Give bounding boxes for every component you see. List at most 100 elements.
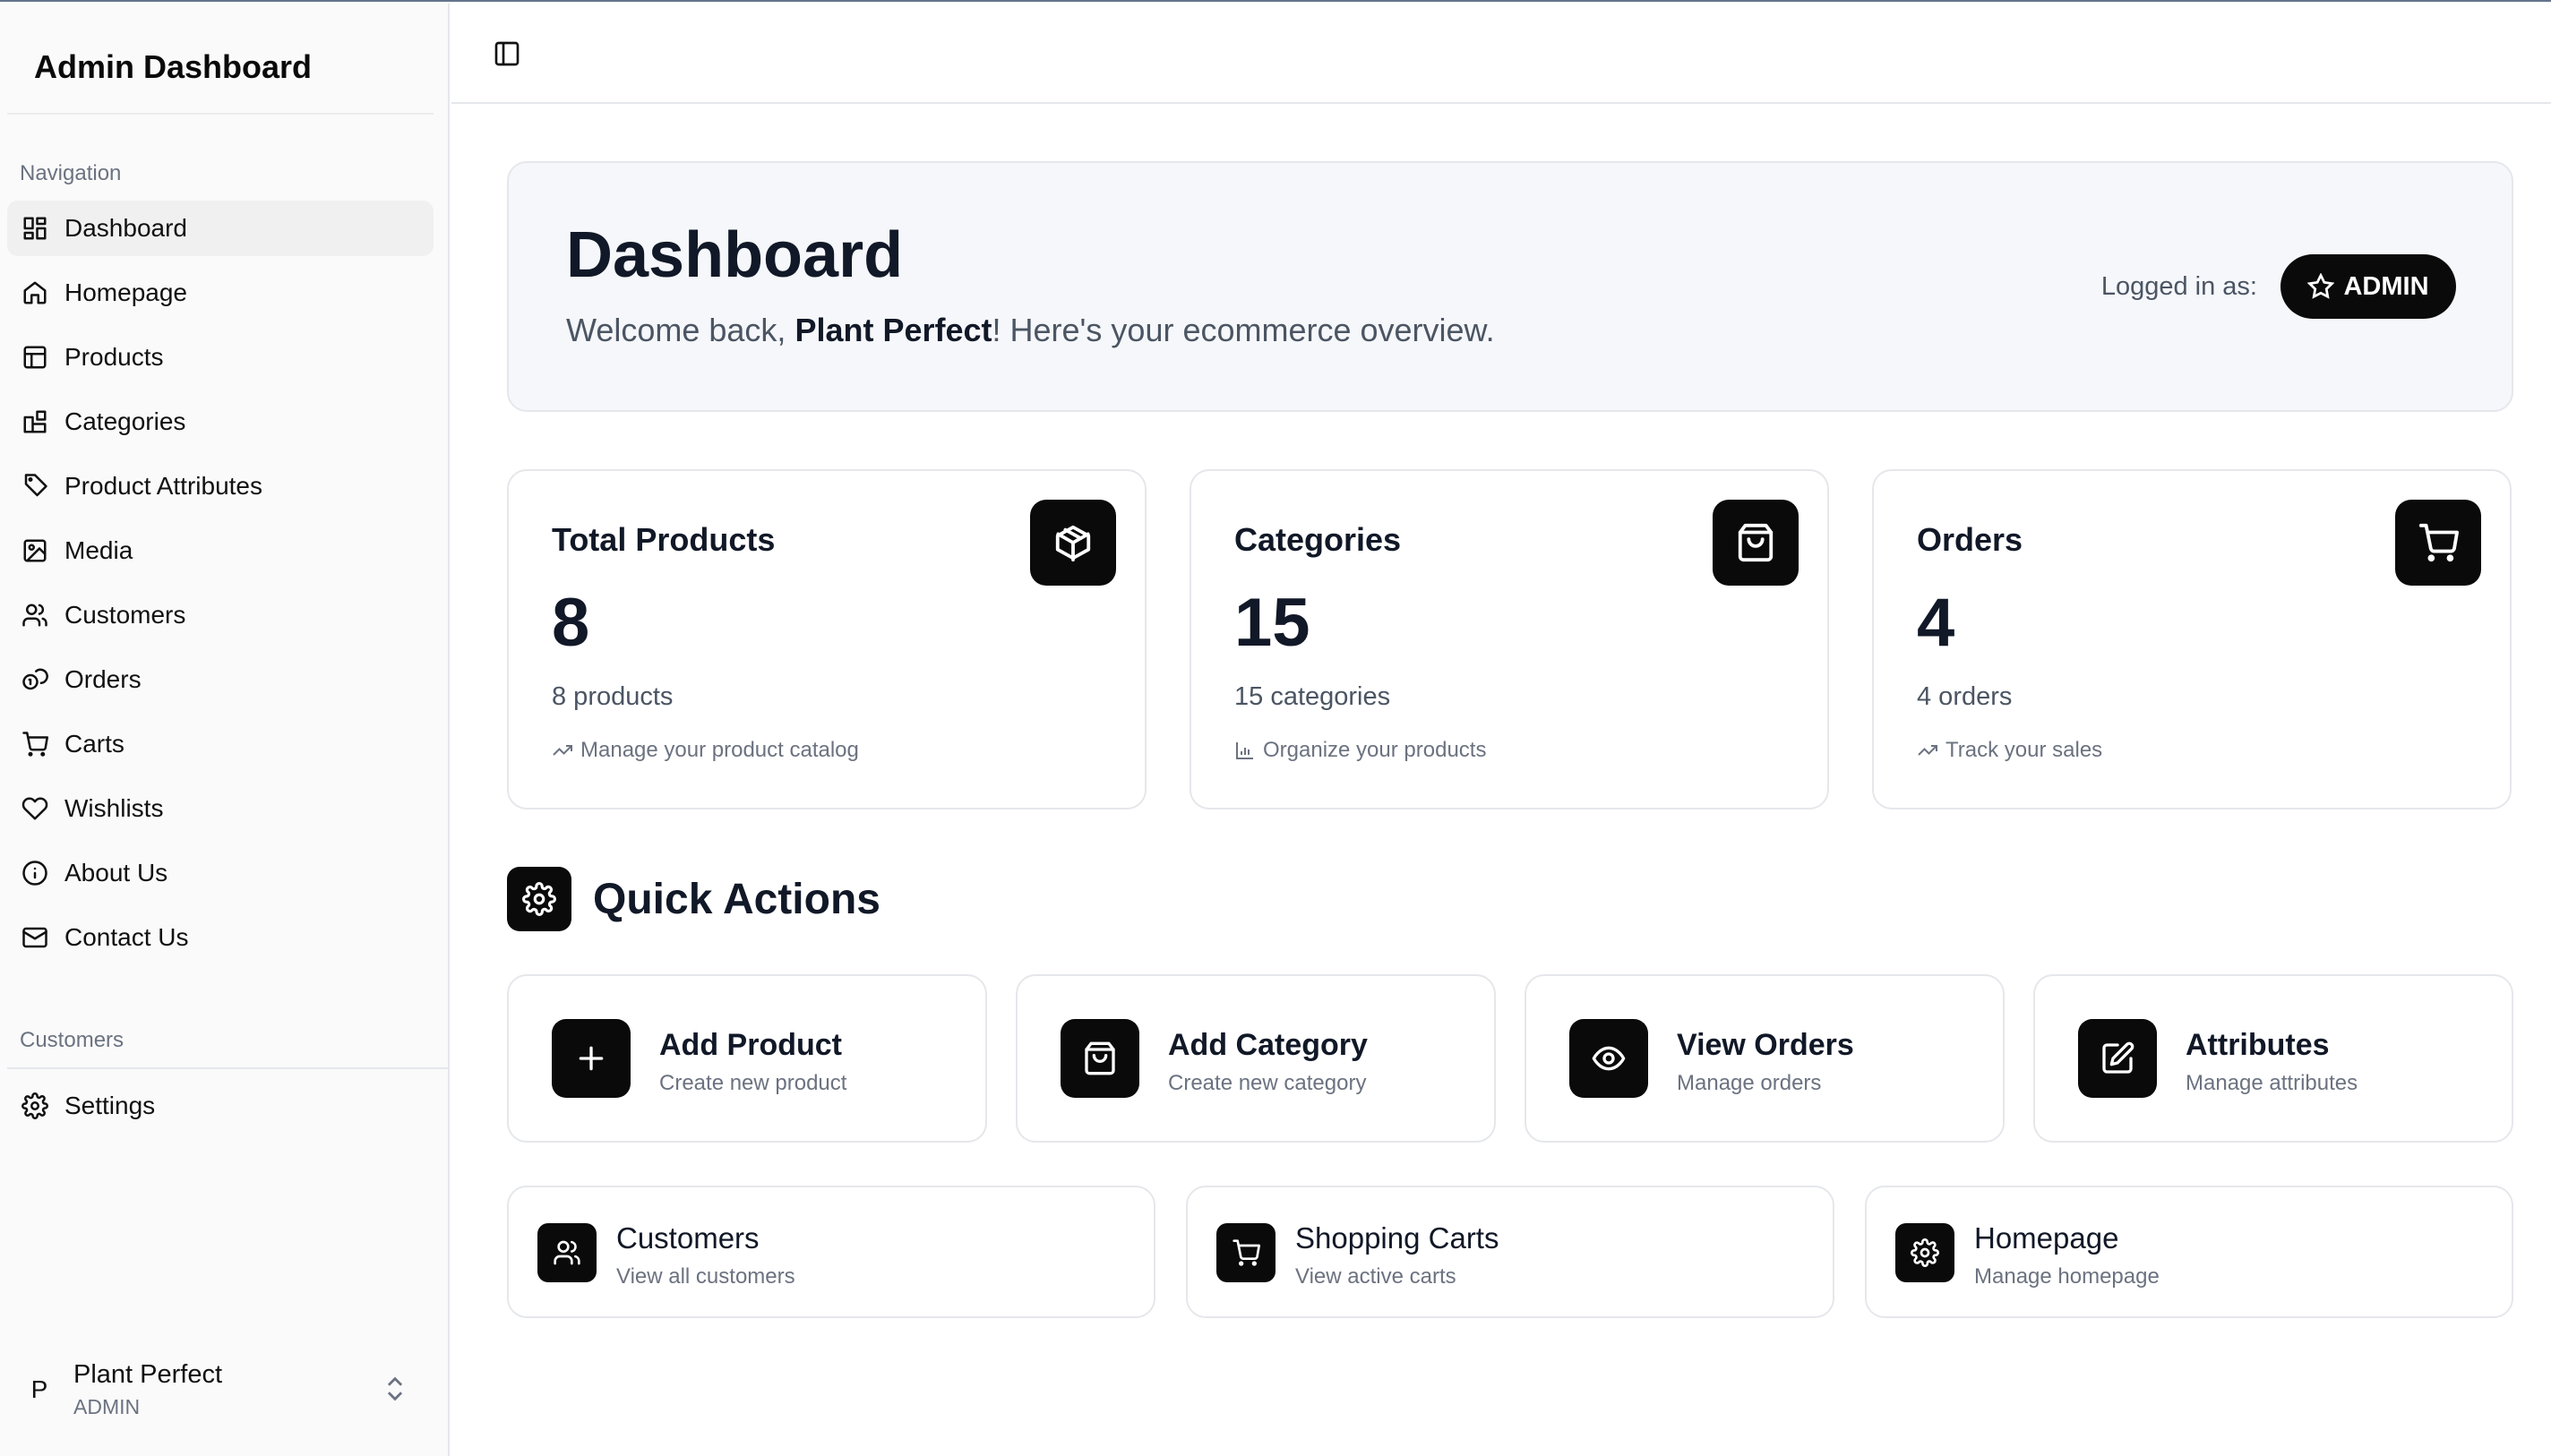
sidebar-item-wishlists[interactable]: Wishlists — [7, 781, 434, 836]
stat-value: 15 — [1234, 585, 1310, 661]
top-bar — [451, 4, 2551, 104]
sidebar-item-label: Wishlists — [64, 794, 164, 822]
add-category-button[interactable]: Add Category Create new category — [1016, 974, 1496, 1143]
sidebar-item-label: Product Attributes — [64, 472, 263, 500]
info-icon — [20, 858, 50, 888]
action-title: Shopping Carts — [1295, 1221, 1499, 1255]
sidebar: Admin Dashboard Navigation Dashboard Hom… — [0, 4, 450, 1456]
sidebar-item-dashboard[interactable]: Dashboard — [7, 201, 434, 256]
sidebar-divider — [7, 113, 434, 115]
action-title: Attributes — [2186, 1028, 2330, 1062]
action-title: Add Product — [659, 1028, 842, 1062]
welcome-banner: Dashboard Welcome back, Plant Perfect! H… — [507, 161, 2513, 412]
gear-icon — [20, 1091, 50, 1121]
action-subtitle: View active carts — [1295, 1264, 1456, 1289]
chevrons-up-down-icon — [380, 1374, 412, 1406]
sidebar-item-categories[interactable]: Categories — [7, 394, 434, 450]
sidebar-item-label: About Us — [64, 859, 168, 886]
stat-description: 8 products — [552, 682, 674, 711]
star-icon — [2307, 273, 2335, 299]
stat-card-total-products: Total Products 8 8 products Manage your … — [507, 469, 1147, 809]
sidebar-item-about-us[interactable]: About Us — [7, 845, 434, 901]
stat-value: 4 — [1917, 585, 1955, 661]
action-subtitle: Create new category — [1168, 1071, 1367, 1095]
homepage-button[interactable]: Homepage Manage homepage — [1865, 1186, 2513, 1318]
sidebar-item-media[interactable]: Media — [7, 523, 434, 578]
sidebar-title: Admin Dashboard — [34, 48, 313, 85]
welcome-message: Welcome back, Plant Perfect! Here's your… — [566, 312, 1495, 348]
stat-card-orders: Orders 4 4 orders Track your sales — [1872, 469, 2512, 809]
avatar: P — [30, 1375, 48, 1403]
add-product-button[interactable]: Add Product Create new product — [507, 974, 987, 1143]
stat-description: 15 categories — [1234, 682, 1391, 711]
tag-icon — [20, 471, 50, 501]
image-icon — [20, 535, 50, 566]
shopping-carts-button[interactable]: Shopping Carts View active carts — [1186, 1186, 1834, 1318]
table-layout-icon — [20, 342, 50, 373]
sidebar-item-label: Dashboard — [64, 214, 187, 242]
sidebar-item-label: Orders — [64, 665, 142, 693]
users-icon — [537, 1223, 597, 1282]
trending-up-icon — [553, 745, 572, 756]
gear-icon — [1895, 1223, 1954, 1282]
heart-icon — [20, 793, 50, 824]
sidebar-item-contact-us[interactable]: Contact Us — [7, 910, 434, 965]
view-orders-button[interactable]: View Orders Manage orders — [1525, 974, 2005, 1143]
blocks-icon — [20, 407, 50, 437]
action-title: View Orders — [1677, 1028, 1854, 1062]
home-icon — [20, 278, 50, 308]
cart-icon — [1216, 1223, 1276, 1282]
stat-title: Orders — [1917, 521, 2023, 558]
customers-group-label: Customers — [20, 1028, 125, 1052]
customers-button[interactable]: Customers View all customers — [507, 1186, 1155, 1318]
sidebar-item-products[interactable]: Products — [7, 330, 434, 385]
user-role: ADMIN — [73, 1395, 141, 1418]
coins-icon — [20, 664, 50, 695]
sidebar-toggle-button[interactable] — [487, 34, 527, 73]
sidebar-divider — [7, 1067, 450, 1069]
sidebar-item-settings[interactable]: Settings — [7, 1078, 434, 1134]
user-name: Plant Perfect — [73, 1360, 223, 1389]
panel-left-icon — [494, 41, 520, 66]
sidebar-item-label: Homepage — [64, 278, 187, 306]
cart-icon — [2395, 500, 2481, 586]
shopping-bag-icon — [1713, 500, 1799, 586]
stat-card-categories: Categories 15 15 categories Organize you… — [1190, 469, 1829, 809]
users-icon — [20, 600, 50, 630]
sidebar-item-label: Products — [64, 343, 164, 371]
role-badge: ADMIN — [2280, 254, 2456, 319]
bar-chart-icon — [1236, 742, 1253, 759]
sidebar-item-label: Carts — [64, 730, 125, 758]
action-subtitle: View all customers — [616, 1264, 795, 1289]
plus-icon — [552, 1019, 631, 1098]
stat-title: Categories — [1234, 521, 1402, 558]
cart-icon — [20, 729, 50, 759]
sidebar-item-carts[interactable]: Carts — [7, 716, 434, 772]
sidebar-item-customers[interactable]: Customers — [7, 587, 434, 643]
sidebar-item-label: Categories — [64, 407, 186, 435]
stat-footer: Manage your product catalog — [552, 738, 859, 763]
trending-up-icon — [1918, 745, 1937, 756]
package-icon — [1030, 500, 1116, 586]
sidebar-item-product-attributes[interactable]: Product Attributes — [7, 458, 434, 514]
action-title: Add Category — [1168, 1028, 1368, 1062]
shopping-bag-icon — [1061, 1019, 1139, 1098]
quick-actions-heading: Quick Actions — [507, 867, 880, 931]
gear-icon — [507, 867, 571, 931]
action-title: Customers — [616, 1221, 760, 1255]
eye-icon — [1569, 1019, 1648, 1098]
page-title: Dashboard — [566, 219, 904, 291]
stat-value: 8 — [552, 585, 590, 661]
layout-grid-icon — [20, 213, 50, 244]
sidebar-item-homepage[interactable]: Homepage — [7, 265, 434, 321]
sidebar-item-orders[interactable]: Orders — [7, 652, 434, 707]
logged-in-label: Logged in as: — [2100, 272, 2257, 301]
attributes-button[interactable]: Attributes Manage attributes — [2033, 974, 2513, 1143]
store-name: Plant Perfect — [795, 312, 992, 348]
user-menu[interactable]: P Plant Perfect ADMIN — [18, 1354, 412, 1426]
stat-description: 4 orders — [1917, 682, 2013, 711]
sidebar-item-label: Media — [64, 536, 133, 564]
action-subtitle: Manage attributes — [2186, 1071, 2358, 1095]
mail-icon — [20, 922, 50, 953]
sidebar-item-label: Settings — [64, 1092, 156, 1119]
